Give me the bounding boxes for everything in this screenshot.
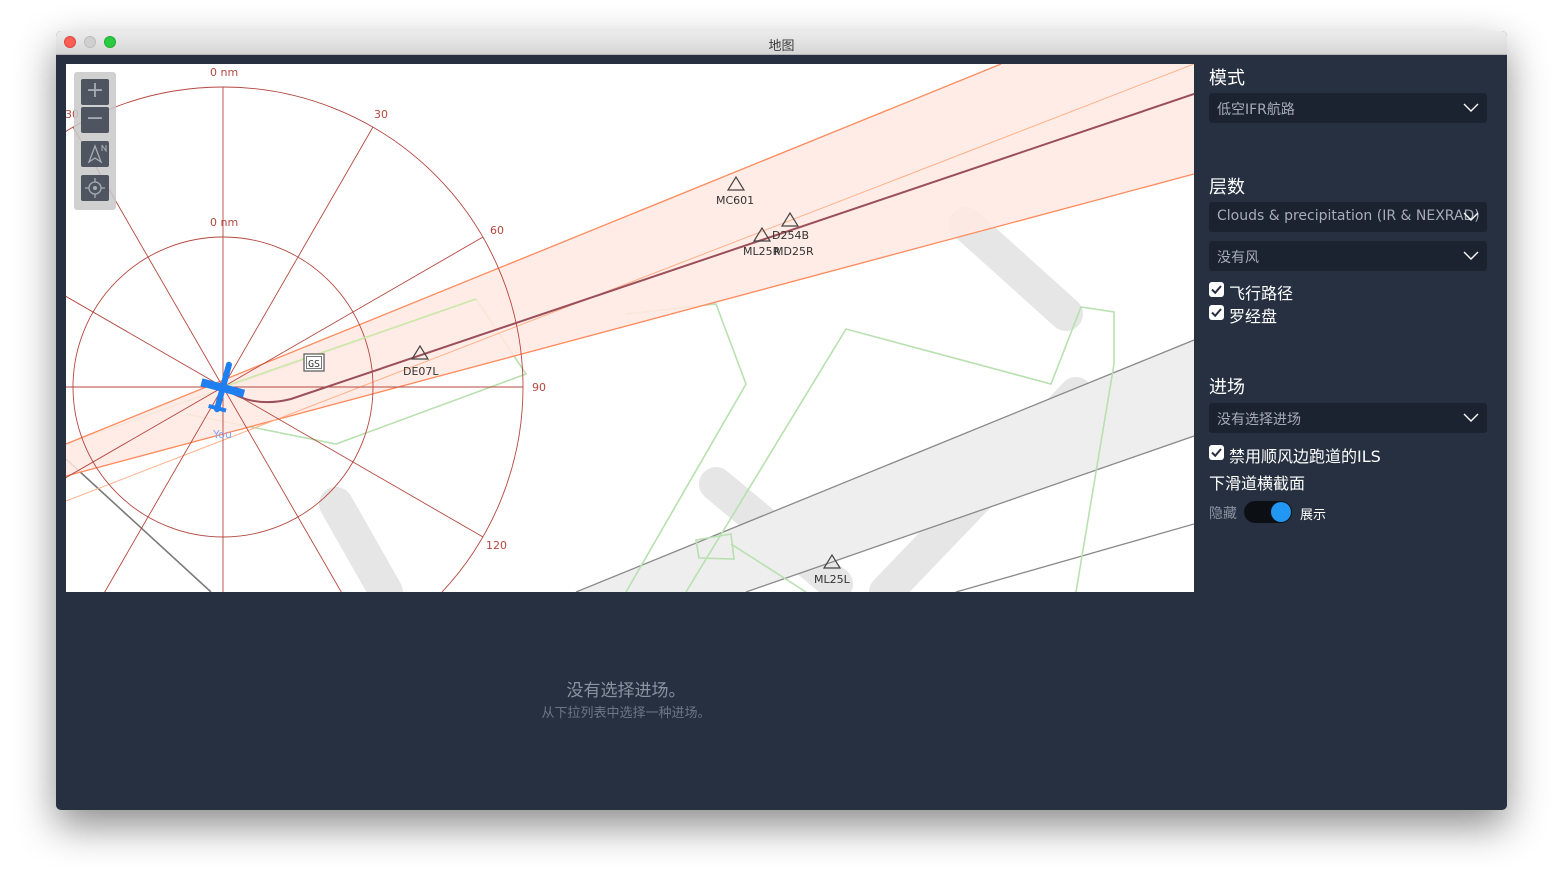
compass-range-inner-label: 0 nm (210, 216, 238, 229)
wind-layer-value: 没有风 (1217, 250, 1259, 266)
map-window: 地图 0 nm 0 nm 30 60 90 120 30 GS MC601 D2… (56, 31, 1507, 810)
map-canvas[interactable]: 0 nm 0 nm 30 60 90 120 330 GS (66, 64, 1194, 592)
toggle-knob (1271, 502, 1291, 522)
checkmark-icon (1211, 285, 1222, 295)
approach-dropdown-value: 没有选择进场 (1217, 412, 1301, 428)
north-arrow-icon (87, 144, 107, 164)
waypoint-label-md25r: MD25R (774, 245, 814, 258)
checkbox-checked[interactable] (1209, 282, 1224, 297)
weather-layer-dropdown[interactable]: Clouds & precipitation (IR & NEXRAD) (1209, 202, 1487, 232)
map-view[interactable]: 0 nm 0 nm 30 60 90 120 330 GS (66, 64, 1194, 592)
checkbox-checked[interactable] (1209, 305, 1224, 320)
empty-approach-title: 没有选择进场。 (566, 681, 686, 701)
zoom-out-button[interactable]: − (81, 107, 109, 133)
chevron-down-icon (1463, 413, 1479, 422)
waypoint-label-ml25l: ML25L (814, 573, 851, 586)
compass-rose-label: 罗经盘 (1229, 307, 1278, 326)
chevron-down-icon (1463, 103, 1479, 112)
glide-slope-title: 下滑道横截面 (1209, 474, 1306, 493)
waypoint-label-mc601: MC601 (716, 194, 754, 207)
checkmark-icon (1211, 448, 1222, 458)
approach-section-title: 进场 (1209, 377, 1245, 398)
glide-slope-toggle[interactable] (1244, 501, 1292, 523)
waypoint-label-d254b: D254B (772, 229, 809, 242)
flight-path-label: 飞行路径 (1229, 284, 1294, 303)
chevron-down-icon (1463, 212, 1479, 221)
glide-slope-toggle-row: 隐藏 展示 (1209, 500, 1409, 526)
compass-tick-60: 60 (490, 224, 504, 237)
empty-approach-message: 没有选择进场。 从下拉列表中选择一种进场。 (476, 676, 776, 721)
zoom-in-button[interactable]: + (81, 79, 109, 105)
disable-ils-label: 禁用顺风边跑道的ILS (1229, 447, 1381, 466)
compass-tick-120: 120 (486, 539, 507, 552)
title-bar: 地图 (56, 31, 1507, 55)
map-zoom-controls: + − (74, 72, 116, 210)
chevron-down-icon (1463, 251, 1479, 260)
checkmark-icon (1211, 308, 1222, 318)
compass-tick-90: 90 (532, 381, 546, 394)
empty-approach-subtitle: 从下拉列表中选择一种进场。 (541, 706, 711, 721)
window-title: 地图 (768, 39, 795, 54)
gs-label: GS (308, 359, 320, 370)
toggle-show-label: 展示 (1300, 508, 1327, 523)
approach-dropdown[interactable]: 没有选择进场 (1209, 403, 1487, 433)
compass-range-outer-label: 0 nm (210, 66, 238, 79)
mode-dropdown-value: 低空IFR航路 (1217, 102, 1295, 118)
mode-section-title: 模式 (1209, 68, 1245, 89)
waypoint-label-de07l: DE07L (403, 365, 439, 378)
checkbox-checked[interactable] (1209, 445, 1224, 460)
compass-tick-30: 30 (374, 108, 388, 121)
mode-dropdown[interactable]: 低空IFR航路 (1209, 93, 1487, 123)
locate-icon (85, 178, 105, 198)
wind-layer-dropdown[interactable]: 没有风 (1209, 241, 1487, 271)
layers-section-title: 层数 (1209, 177, 1245, 198)
center-on-aircraft-button[interactable] (81, 175, 109, 201)
aircraft-label: You (212, 428, 232, 441)
toggle-hide-label: 隐藏 (1209, 506, 1237, 522)
gs-marker: GS (303, 353, 325, 372)
weather-layer-value: Clouds & precipitation (IR & NEXRAD) (1217, 208, 1480, 224)
north-up-button[interactable] (81, 141, 109, 167)
